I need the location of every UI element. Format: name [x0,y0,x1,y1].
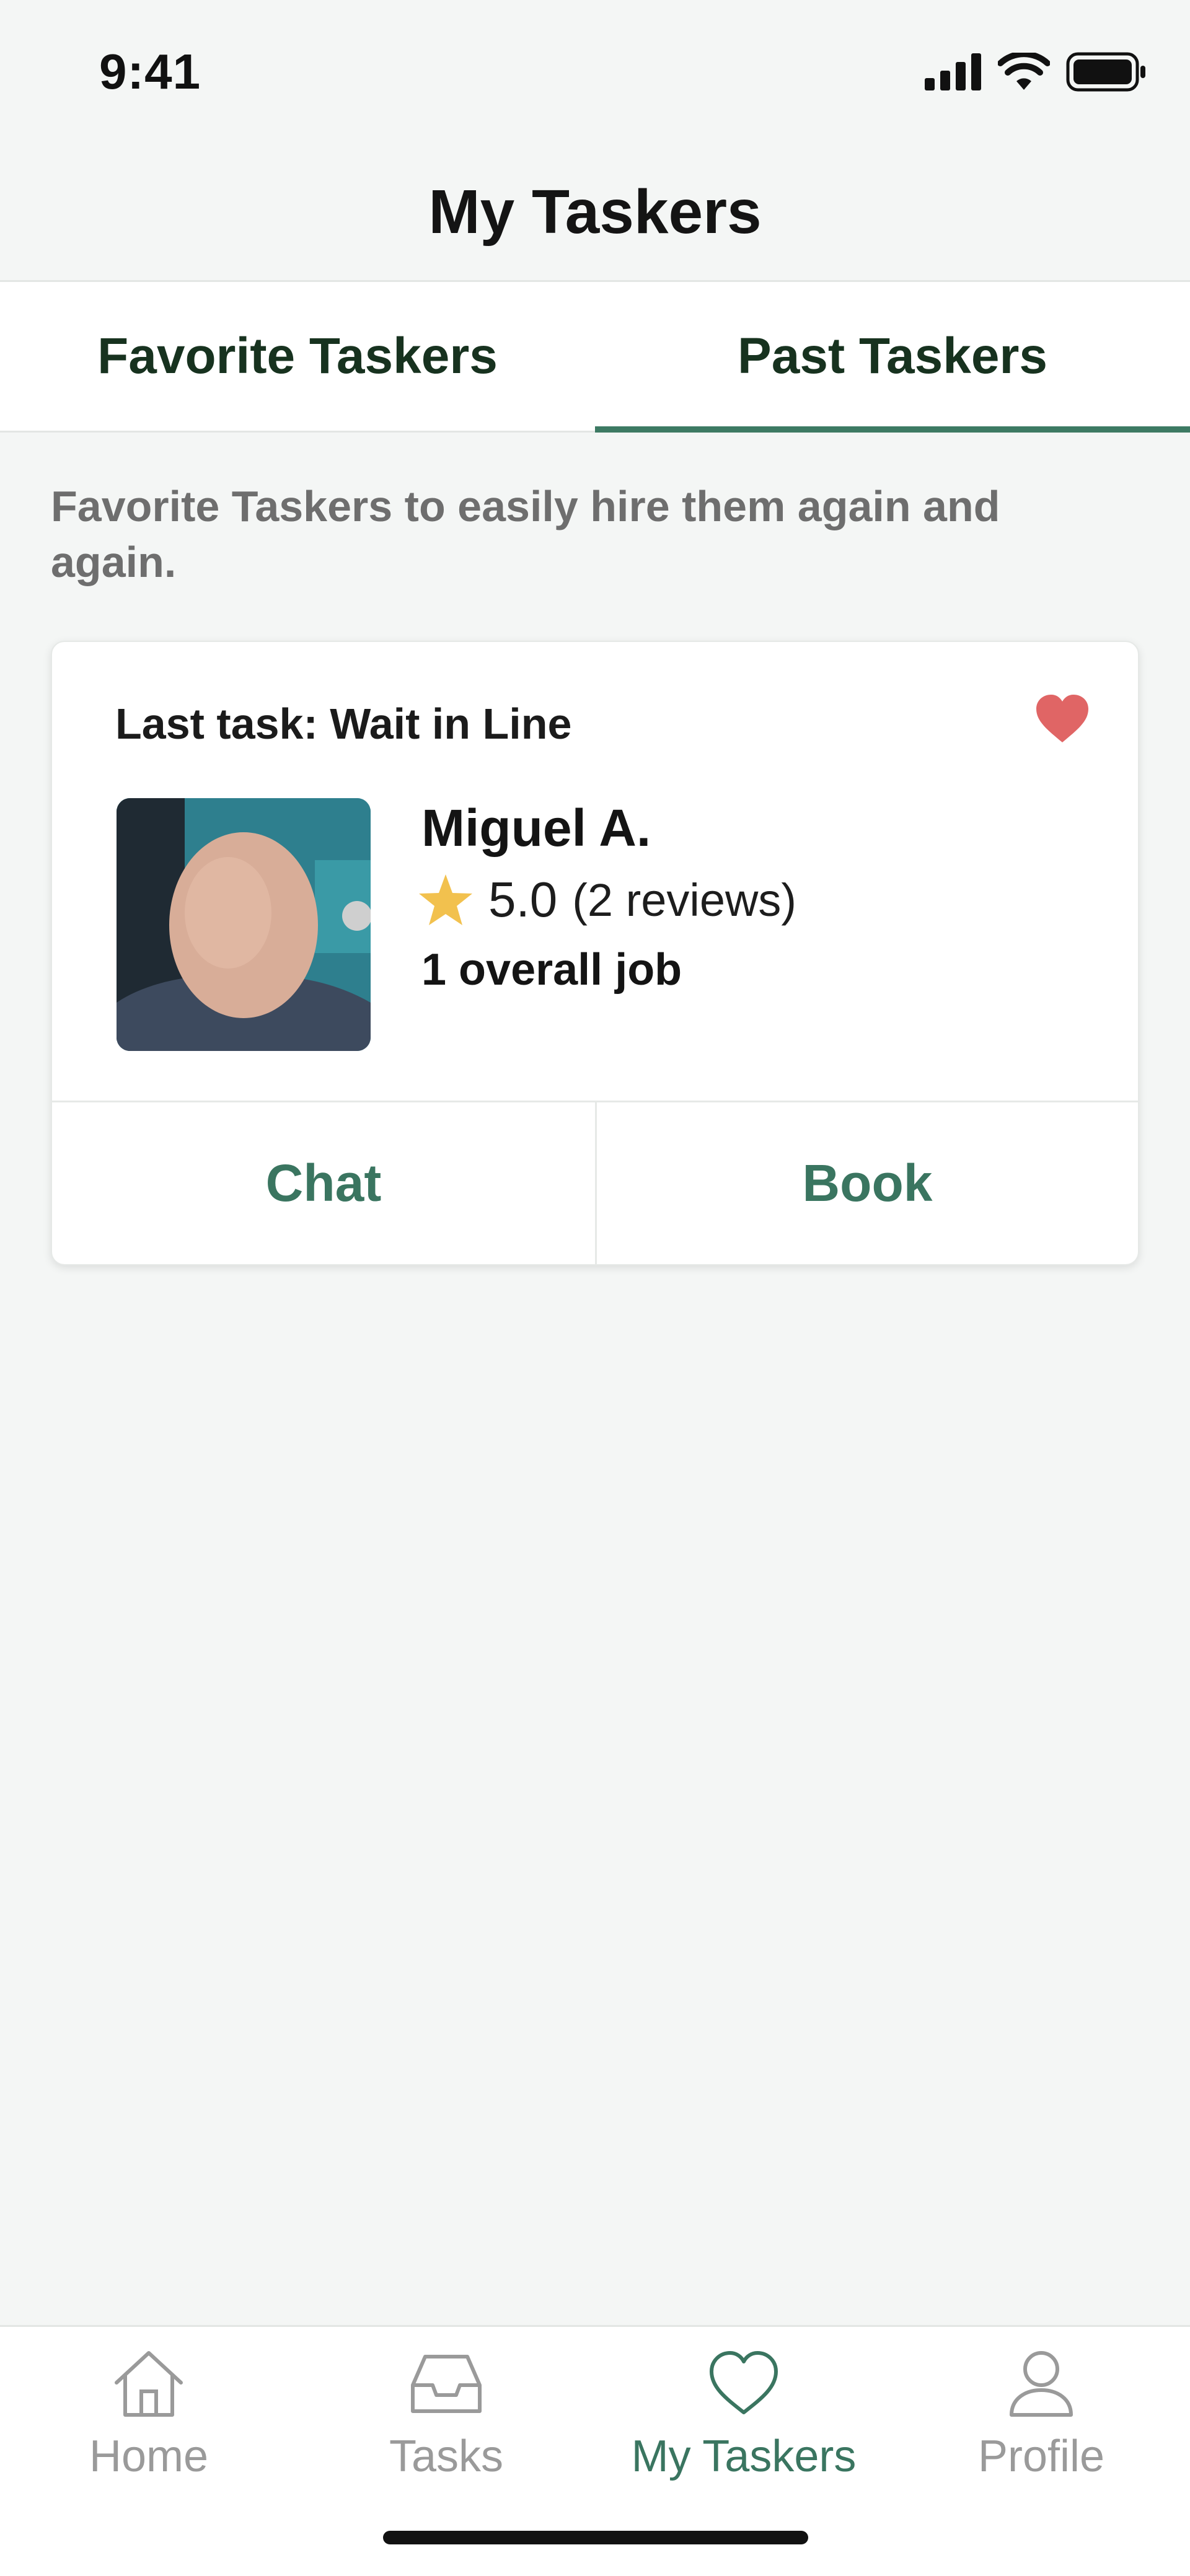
rating-row: 5.0 (2 reviews) [418,871,796,928]
header: My Taskers [0,143,1190,280]
book-button[interactable]: Book [595,1102,1138,1264]
job-count: 1 overall job [421,945,682,995]
signal-icon [925,53,981,90]
review-count: (2 reviews) [572,874,797,926]
chat-button[interactable]: Chat [52,1102,595,1264]
tab-favorite-taskers[interactable]: Favorite Taskers [0,282,595,431]
inbox-icon [411,2355,482,2413]
nav-profile[interactable]: Profile [892,2327,1190,2576]
tasker-card: Last task: Wait in Line Miguel A. 5.0 (2… [51,641,1139,1265]
rating-value: 5.0 [488,872,558,927]
battery-icon [1066,52,1145,92]
last-task-label: Last task: Wait in Line [115,700,572,748]
nav-home[interactable]: Home [0,2327,298,2576]
status-icons [925,52,1147,92]
tab-past-taskers[interactable]: Past Taskers [595,282,1190,433]
helper-text: Favorite Taskers to easily hire them aga… [51,482,1000,586]
home-icon [115,2351,183,2417]
tasker-name: Miguel A. [421,799,651,857]
heart-icon [710,2351,778,2414]
status-time: 9:41 [99,44,201,99]
nav-label-home: Home [89,2432,209,2481]
nav-label-my-taskers: My Taskers [631,2432,857,2481]
tab-bar: Favorite Taskers Past Taskers [0,280,1190,433]
person-icon [1010,2351,1073,2417]
avatar [117,798,371,1051]
card-actions: Chat Book [52,1101,1138,1264]
home-indicator [383,2531,808,2544]
heart-icon[interactable] [1035,694,1090,744]
page-title: My Taskers [428,177,762,247]
nav-label-tasks: Tasks [389,2432,504,2481]
nav-label-profile: Profile [977,2432,1105,2481]
star-icon [419,874,472,925]
status-bar: 9:41 [0,0,1190,143]
wifi-icon [998,53,1050,90]
